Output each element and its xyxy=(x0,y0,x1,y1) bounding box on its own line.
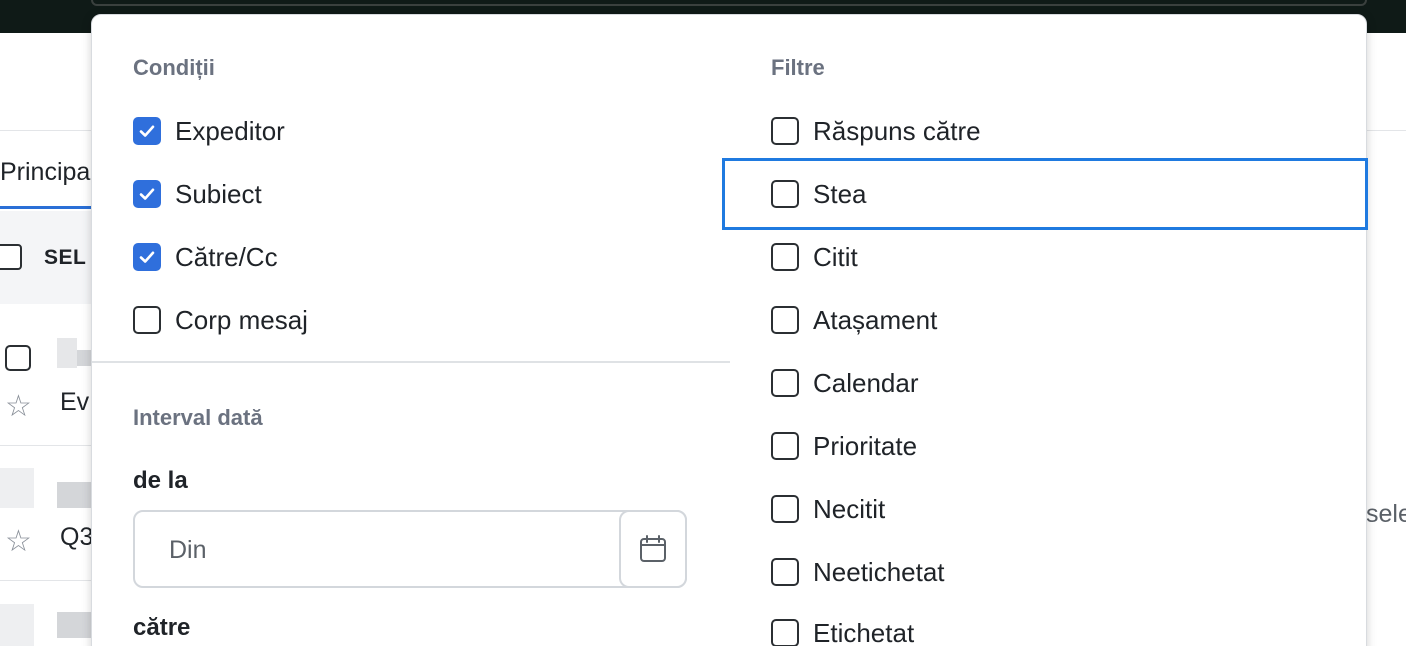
condition-label: Corp mesaj xyxy=(175,304,308,335)
checkbox[interactable] xyxy=(771,558,799,586)
condition-label: Către/Cc xyxy=(175,241,278,272)
from-date-label: de la xyxy=(133,467,188,494)
row-divider xyxy=(0,580,92,581)
background-status-text: sele xyxy=(1366,500,1406,528)
condition-subiect[interactable]: Subiect xyxy=(133,169,262,219)
star-icon[interactable]: ☆ xyxy=(5,392,32,422)
to-date-label: către xyxy=(133,614,191,641)
date-range-title: Interval dată xyxy=(133,405,263,430)
filter-calendar[interactable]: Calendar xyxy=(771,358,919,408)
section-divider xyxy=(92,361,730,363)
filter-prioritate[interactable]: Prioritate xyxy=(771,421,917,471)
list-item-subject: Ev xyxy=(60,388,90,416)
row-checkbox-blur xyxy=(0,468,34,508)
row-divider xyxy=(0,445,92,446)
checkbox[interactable] xyxy=(771,306,799,334)
filter-label: Prioritate xyxy=(813,430,918,461)
checkbox[interactable] xyxy=(133,306,161,334)
filter-label: Atașament xyxy=(813,304,938,335)
from-date-placeholder: Din xyxy=(169,536,207,564)
filters-title: Filtre xyxy=(771,55,825,80)
filter-neetichetat[interactable]: Neetichetat xyxy=(771,547,945,597)
checkbox[interactable] xyxy=(771,180,799,208)
condition-label: Expeditor xyxy=(175,115,285,146)
filter-raspuns-catre[interactable]: Răspuns către xyxy=(771,106,981,156)
checkbox[interactable] xyxy=(771,117,799,145)
conditions-title: Condiții xyxy=(133,55,215,80)
checkbox[interactable] xyxy=(771,495,799,523)
row-checkbox-blur xyxy=(0,604,34,646)
checkbox[interactable] xyxy=(771,369,799,397)
condition-expeditor[interactable]: Expeditor xyxy=(133,106,285,156)
calendar-icon[interactable] xyxy=(619,510,687,588)
filter-necitit[interactable]: Necitit xyxy=(771,484,885,534)
active-tab-indicator xyxy=(0,206,92,209)
filter-label: Calendar xyxy=(813,367,919,398)
checkbox[interactable] xyxy=(771,619,799,646)
checkbox-checked-icon[interactable] xyxy=(133,243,161,271)
checkbox-checked-icon[interactable] xyxy=(133,180,161,208)
filter-label: Etichetat xyxy=(813,617,915,646)
filter-etichetat[interactable]: Etichetat xyxy=(771,608,914,646)
filter-atasament[interactable]: Atașament xyxy=(771,295,937,345)
sender-name-blur xyxy=(57,482,93,508)
checkbox-checked-icon[interactable] xyxy=(133,117,161,145)
condition-label: Subiect xyxy=(175,178,262,209)
list-item-subject: Q3 xyxy=(60,523,94,551)
filter-stea[interactable]: Stea xyxy=(771,169,867,219)
checkbox[interactable] xyxy=(771,243,799,271)
filter-label: Neetichetat xyxy=(813,556,945,587)
from-date-input[interactable]: Din xyxy=(133,510,687,588)
filter-label: Răspuns către xyxy=(813,115,981,146)
star-icon[interactable]: ☆ xyxy=(5,527,32,557)
search-bar-edge xyxy=(91,0,1367,6)
condition-corp-mesaj[interactable]: Corp mesaj xyxy=(133,295,308,345)
filter-citit[interactable]: Citit xyxy=(771,232,858,282)
checkbox[interactable] xyxy=(771,432,799,460)
sender-name-blur xyxy=(57,612,93,638)
filter-label: Stea xyxy=(813,178,867,209)
sender-avatar-blur xyxy=(57,338,77,368)
condition-catre-cc[interactable]: Către/Cc xyxy=(133,232,278,282)
filter-label: Citit xyxy=(813,241,858,272)
row-checkbox[interactable] xyxy=(5,345,31,371)
select-all-checkbox[interactable] xyxy=(0,244,22,270)
select-all-label: SEL xyxy=(44,246,87,269)
tab-principal[interactable]: Principa xyxy=(0,158,90,187)
filter-label: Necitit xyxy=(813,493,886,524)
